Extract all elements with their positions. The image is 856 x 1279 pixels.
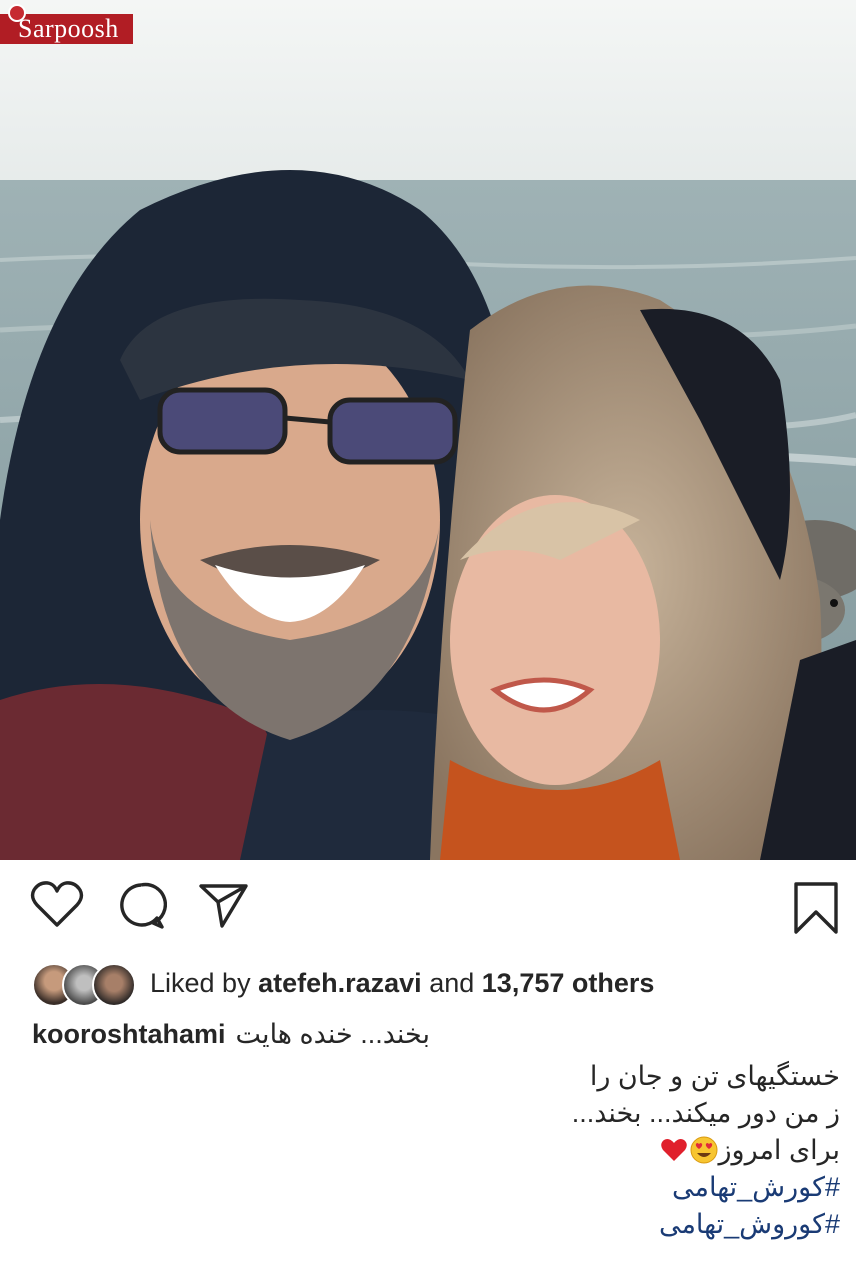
selfie-photo (0, 0, 856, 860)
comment-bubble-icon[interactable] (115, 880, 167, 932)
post-photo[interactable]: Sarpoosh (0, 0, 856, 860)
sarpoosh-watermark: Sarpoosh (0, 4, 133, 44)
bookmark-icon[interactable] (792, 880, 840, 936)
likes-suffix[interactable]: others (572, 968, 655, 998)
likes-count[interactable]: 13,757 (482, 968, 565, 998)
caption-body: خستگیهای تن و جان را ز من دور میکند... ب… (20, 1058, 840, 1243)
avatar (92, 963, 136, 1007)
caption-username[interactable]: kooroshtahami (32, 1019, 226, 1050)
likes-prefix: Liked by (150, 967, 251, 998)
likes-conj: and (429, 967, 475, 998)
caption-line-text: برای امروز (718, 1135, 841, 1165)
liker-username[interactable]: atefeh.razavi (258, 968, 422, 998)
post-action-bar (0, 870, 856, 950)
caption-line-with-emoji: برای امروز (20, 1132, 840, 1169)
hashtag-link[interactable]: #کورش_تهامی (20, 1169, 840, 1206)
red-heart-emoji (660, 1139, 687, 1161)
heart-outline-icon[interactable] (30, 880, 84, 930)
likes-row[interactable]: Liked by atefeh.razavi and 13,757 others (32, 958, 654, 1008)
likes-summary: Liked by atefeh.razavi and 13,757 others (150, 968, 654, 999)
globe-icon (8, 4, 26, 22)
paper-plane-icon[interactable] (198, 880, 250, 930)
liker-avatars (32, 960, 136, 1007)
caption-line: ز من دور میکند... بخند... (571, 1098, 840, 1128)
heart-eyes-emoji (690, 1136, 717, 1164)
caption-first-line: بخند... خنده هایت (235, 1018, 430, 1049)
caption-header: kooroshtahami بخند... خنده هایت (32, 1014, 430, 1054)
caption-line: خستگیهای تن و جان را (589, 1061, 840, 1091)
carousel-indicator-dot (830, 599, 838, 607)
hashtag-link[interactable]: #کوروش_تهامی (20, 1206, 840, 1243)
